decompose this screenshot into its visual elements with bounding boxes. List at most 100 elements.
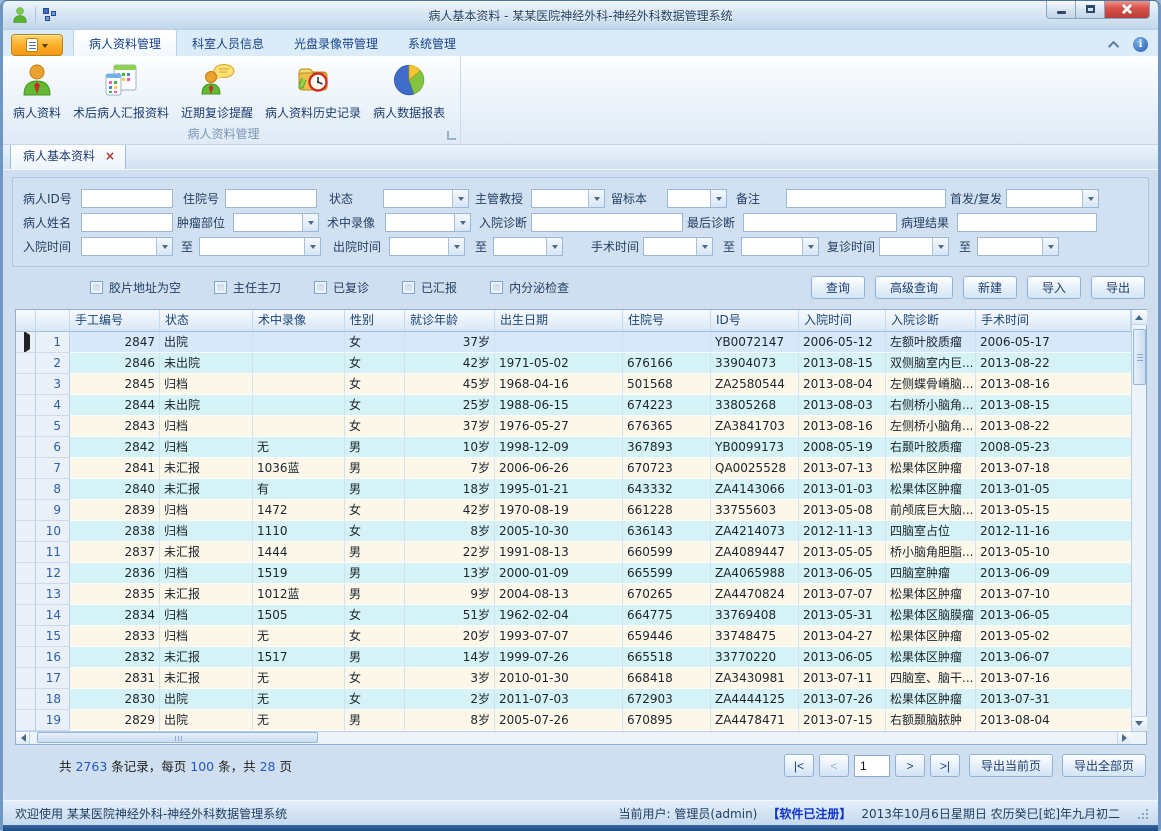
table-row[interactable]: 182830出院无女2岁2011-07-03672903ZA4444125201…	[16, 689, 1131, 710]
filter-combo[interactable]	[385, 213, 471, 232]
query-button[interactable]: 查询	[811, 276, 865, 299]
combo-dropdown-icon[interactable]	[546, 238, 562, 255]
filter-combo[interactable]	[531, 189, 605, 208]
first-page-button[interactable]: |<	[784, 754, 814, 777]
resize-grip[interactable]	[1136, 807, 1148, 819]
table-row[interactable]: 32845归档女45岁1968-04-16501568ZA25805442013…	[16, 374, 1131, 395]
grid-header-cell[interactable]: 性别	[345, 310, 405, 331]
ribbon-tab[interactable]: 系统管理	[393, 30, 471, 56]
grid-header-cell[interactable]: 状态	[160, 310, 253, 331]
tab-close-icon[interactable]: ×	[105, 151, 115, 161]
table-row[interactable]: 152833归档无女20岁1993-07-0765944633748475201…	[16, 626, 1131, 647]
filter-combo[interactable]	[389, 237, 465, 256]
filter-combo[interactable]	[233, 213, 319, 232]
table-row[interactable]: 112837未汇报1444男22岁1991-08-13660599ZA40894…	[16, 542, 1131, 563]
filter-checkbox[interactable]: 主任主刀	[214, 279, 281, 296]
table-row[interactable]: 142834归档1505女51岁1962-02-0466477533769408…	[16, 605, 1131, 626]
advanced-query-button[interactable]: 高级查询	[875, 276, 953, 299]
export-all-pages-button[interactable]: 导出全部页	[1062, 754, 1146, 777]
table-row[interactable]: 122836归档1519男13岁2000-01-09665599ZA406598…	[16, 563, 1131, 584]
filter-checkbox[interactable]: 已汇报	[402, 279, 457, 296]
combo-dropdown-icon[interactable]	[1042, 238, 1058, 255]
grid-header-cell[interactable]: 入院诊断	[886, 310, 976, 331]
import-button[interactable]: 导入	[1027, 276, 1081, 299]
info-icon[interactable]: i	[1133, 37, 1148, 52]
combo-dropdown-icon[interactable]	[448, 238, 464, 255]
filter-combo[interactable]	[383, 189, 469, 208]
filter-input[interactable]	[531, 213, 683, 232]
ribbon-button[interactable]: 病人资料	[7, 59, 67, 123]
document-tab[interactable]: 病人基本资料 ×	[10, 142, 126, 169]
page-number-input[interactable]	[854, 755, 890, 777]
filter-combo[interactable]	[667, 189, 727, 208]
dialog-launcher-icon[interactable]	[447, 131, 456, 140]
ribbon-button[interactable]: 近期复诊提醒	[175, 59, 259, 123]
filter-combo[interactable]	[1006, 189, 1099, 208]
combo-dropdown-icon[interactable]	[1082, 190, 1098, 207]
grid-header-cell[interactable]	[16, 310, 36, 331]
export-current-page-button[interactable]: 导出当前页	[969, 754, 1053, 777]
last-page-button[interactable]: >|	[930, 754, 960, 777]
grid-header-cell[interactable]	[36, 310, 70, 331]
scroll-left-icon[interactable]	[16, 732, 30, 744]
combo-dropdown-icon[interactable]	[156, 238, 172, 255]
combo-dropdown-icon[interactable]	[454, 214, 470, 231]
ribbon-button[interactable]: 术后病人汇报资料	[67, 59, 175, 123]
table-row[interactable]: 72841未汇报1036蓝男7岁2006-06-26670723QA002552…	[16, 458, 1131, 479]
combo-dropdown-icon[interactable]	[696, 238, 712, 255]
scroll-right-icon[interactable]	[1117, 732, 1131, 744]
table-row[interactable]: 132835未汇报1012蓝男9岁2004-08-13670265ZA44708…	[16, 584, 1131, 605]
ribbon-tab[interactable]: 病人资料管理	[73, 29, 177, 56]
table-row[interactable]: 192829出院无男8岁2005-07-26670895ZA4478471201…	[16, 710, 1131, 731]
grid-header-cell[interactable]: ID号	[711, 310, 799, 331]
filter-combo[interactable]	[199, 237, 321, 256]
filter-input[interactable]	[957, 213, 1097, 232]
combo-dropdown-icon[interactable]	[802, 238, 818, 255]
scroll-up-icon[interactable]	[1132, 310, 1147, 325]
table-row[interactable]: 102838归档1110女8岁2005-10-30636143ZA4214073…	[16, 521, 1131, 542]
grid-header-cell[interactable]: 入院时间	[799, 310, 886, 331]
filter-combo[interactable]	[977, 237, 1059, 256]
ribbon-tab[interactable]: 光盘录像带管理	[279, 30, 393, 56]
combo-dropdown-icon[interactable]	[304, 238, 320, 255]
table-row[interactable]: 162832未汇报1517男14岁1999-07-266655183377022…	[16, 647, 1131, 668]
table-row[interactable]: 52843归档女37岁1976-05-27676365ZA38417032013…	[16, 416, 1131, 437]
combo-dropdown-icon[interactable]	[302, 214, 318, 231]
filter-checkbox[interactable]: 胶片地址为空	[90, 279, 181, 296]
prev-page-button[interactable]: <	[819, 754, 849, 777]
grid-header-cell[interactable]: 术中录像	[253, 310, 345, 331]
grid-header-cell[interactable]: 手工编号	[70, 310, 160, 331]
filter-combo[interactable]	[741, 237, 819, 256]
table-row[interactable]: 82840未汇报有男18岁1995-01-21643332ZA414306620…	[16, 479, 1131, 500]
ribbon-tab[interactable]: 科室人员信息	[177, 30, 279, 56]
filter-input[interactable]	[743, 213, 897, 232]
filter-checkbox[interactable]: 内分泌检查	[490, 279, 569, 296]
scroll-down-icon[interactable]	[1132, 716, 1147, 731]
filter-input[interactable]	[225, 189, 317, 208]
combo-dropdown-icon[interactable]	[452, 190, 468, 207]
grid-header-cell[interactable]: 住院号	[623, 310, 711, 331]
grid-header-cell[interactable]: 出生日期	[495, 310, 623, 331]
table-row[interactable]: 42844未出院女25岁1988-06-15674223338052682013…	[16, 395, 1131, 416]
horizontal-scroll-thumb[interactable]	[37, 732, 318, 743]
export-button[interactable]: 导出	[1091, 276, 1145, 299]
vertical-scrollbar[interactable]	[1131, 310, 1146, 731]
filter-checkbox[interactable]: 已复诊	[314, 279, 369, 296]
filter-input[interactable]	[81, 213, 173, 232]
table-row[interactable]: 62842归档无男10岁1998-12-09367893YB0099173200…	[16, 437, 1131, 458]
grid-header-cell[interactable]: 手术时间	[976, 310, 1131, 331]
table-row[interactable]: 92839归档1472女42岁1970-08-19661228337556032…	[16, 500, 1131, 521]
combo-dropdown-icon[interactable]	[588, 190, 604, 207]
filter-combo[interactable]	[643, 237, 713, 256]
license-status-link[interactable]: 【软件已注册】	[767, 805, 851, 822]
application-menu-button[interactable]	[11, 34, 63, 56]
new-button[interactable]: 新建	[963, 276, 1017, 299]
close-button[interactable]	[1104, 0, 1150, 19]
next-page-button[interactable]: >	[895, 754, 925, 777]
filter-combo[interactable]	[879, 237, 949, 256]
table-row[interactable]: 22846未出院女42岁1971-05-02676166339040732013…	[16, 353, 1131, 374]
filter-combo[interactable]	[81, 237, 173, 256]
table-row[interactable]: 172831未汇报无女3岁2010-01-30668418ZA343098120…	[16, 668, 1131, 689]
filter-input[interactable]	[81, 189, 173, 208]
grid-header-cell[interactable]: 就诊年龄	[405, 310, 495, 331]
